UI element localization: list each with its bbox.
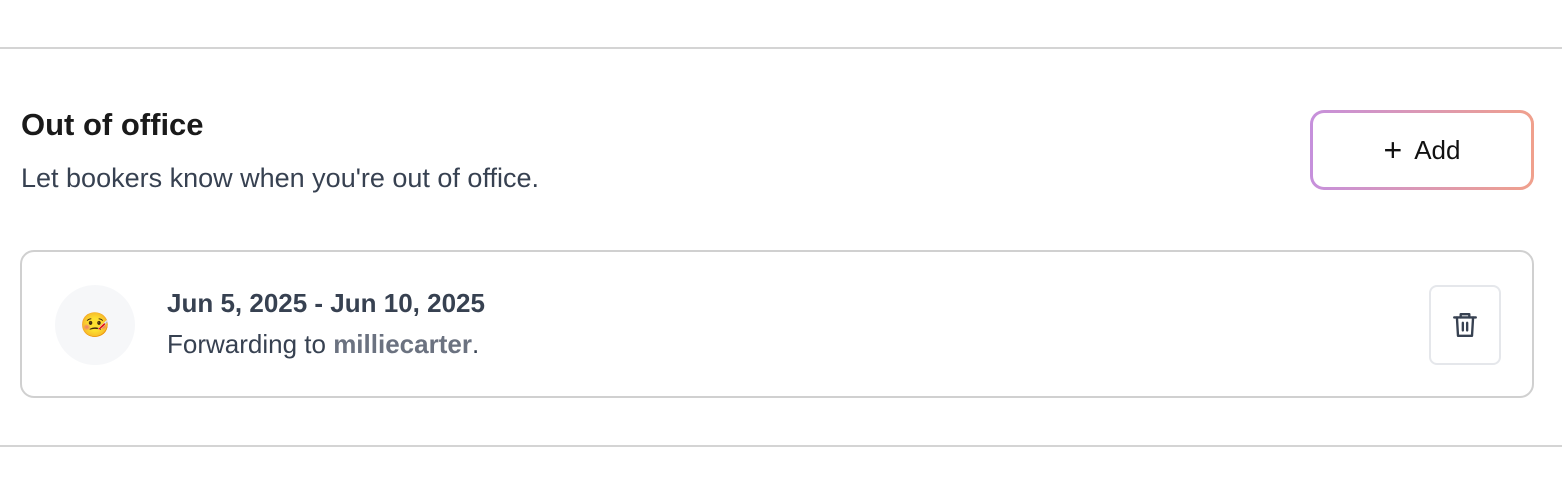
bottom-divider bbox=[0, 445, 1562, 447]
emoji-avatar: 🤒 bbox=[55, 285, 135, 365]
add-out-of-office-button[interactable]: + Add bbox=[1310, 110, 1534, 190]
section-title: Out of office bbox=[21, 107, 204, 142]
out-of-office-entry: 🤒 Jun 5, 2025 - Jun 10, 2025 Forwarding … bbox=[20, 250, 1534, 398]
forwarding-prefix: Forwarding to bbox=[167, 329, 334, 359]
top-divider bbox=[0, 47, 1562, 49]
delete-button[interactable] bbox=[1429, 285, 1501, 365]
forwarding-suffix: . bbox=[471, 329, 480, 359]
plus-icon: + bbox=[1383, 132, 1403, 168]
forwarding-text: Forwarding to milliecarter. bbox=[167, 329, 479, 360]
add-button-label: Add bbox=[1414, 134, 1461, 165]
section-description: Let bookers know when you're out of offi… bbox=[21, 163, 539, 193]
forwarding-user: milliecarter bbox=[333, 329, 472, 359]
date-range: Jun 5, 2025 - Jun 10, 2025 bbox=[167, 288, 485, 318]
trash-icon bbox=[1453, 313, 1477, 337]
